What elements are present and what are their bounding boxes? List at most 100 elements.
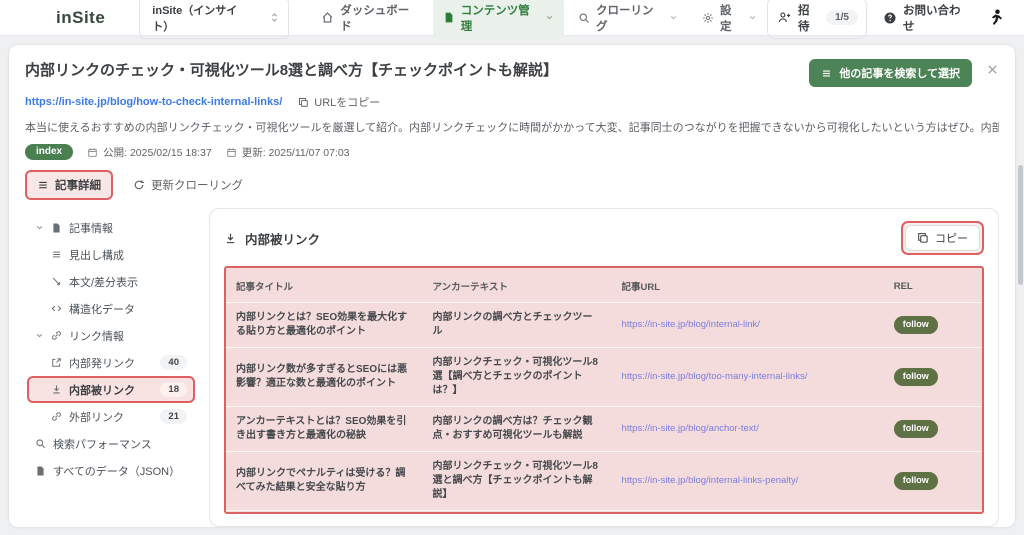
sidebar-item-article-info[interactable]: 記事情報: [27, 214, 195, 241]
search-other-articles-button[interactable]: 他の記事を検索して選択: [809, 59, 972, 87]
detail-sidebar: 記事情報 見出し構成 本文/差分表示 構造化データ リンク情報 内部発リンク 4…: [25, 208, 199, 527]
article-url-link[interactable]: https://in-site.jp/blog/anchor-text/: [622, 423, 759, 434]
sidebar-item-incoming-internal-links[interactable]: 内部被リンク 18: [27, 376, 195, 403]
cell-rel: follow: [883, 510, 982, 512]
sidebar-item-label: 記事情報: [69, 222, 113, 235]
table-row: 内部リンクでペナルティは受ける？調べてみた結果と安全な貼り方 内部リンクチェック…: [226, 451, 982, 511]
panel-title: 内部被リンク: [224, 229, 320, 248]
list-icon: [51, 249, 62, 260]
search-icon: [35, 438, 46, 449]
nav-content-management[interactable]: コンテンツ管理: [432, 0, 565, 40]
highlight-box-table: 記事タイトル アンカーテキスト 記事URL REL 内部リンクとは？SEO効果を…: [224, 266, 984, 514]
rel-follow-badge: follow: [893, 420, 938, 438]
cell-anchor: 内部リンクの調べ方は？チェック観点・おすすめ可視化ツールも解説: [422, 406, 612, 452]
nav-settings[interactable]: 設定: [692, 0, 767, 40]
sidebar-item-link-info[interactable]: リンク情報: [27, 322, 195, 349]
col-header-title: 記事タイトル: [236, 282, 294, 293]
chevron-down-icon: [748, 13, 757, 22]
nav-label: 設定: [720, 4, 732, 33]
chevron-down-icon: [35, 223, 44, 232]
tab-article-detail[interactable]: 記事詳細: [27, 172, 111, 198]
article-url-link[interactable]: https://in-site.jp/blog/how-to-check-int…: [25, 96, 282, 108]
col-header-url: 記事URL: [621, 282, 661, 293]
nav-dashboard[interactable]: ダッシュボード: [311, 0, 429, 40]
person-plus-icon: [778, 11, 791, 24]
sidebar-item-label: 外部リンク: [69, 411, 124, 424]
rel-follow-badge: follow: [893, 472, 938, 490]
cell-url: https://in-site.jp/blog/internal-link/: [611, 302, 884, 348]
cell-rel: follow: [883, 302, 982, 348]
top-header: inSite inSite（インサイト） ダッシュボード コンテンツ管理 クロー…: [0, 0, 1024, 40]
meta-row: index 公開: 2025/02/15 18:37 更新: 2025/11/0…: [25, 144, 999, 160]
nav-label: ダッシュボード: [340, 4, 410, 33]
index-status-badge: index: [25, 144, 74, 160]
tab-label: 記事詳細: [55, 180, 101, 192]
page-scrollbar[interactable]: [1018, 165, 1023, 285]
contact-label: お問い合わせ: [903, 4, 961, 33]
sidebar-item-all-data-json[interactable]: すべてのデータ（JSON）: [27, 457, 195, 484]
sidebar-item-body-diff[interactable]: 本文/差分表示: [27, 268, 195, 295]
article-url-link[interactable]: https://in-site.jp/blog/internal-links-p…: [622, 475, 799, 486]
content-area: 記事情報 見出し構成 本文/差分表示 構造化データ リンク情報 内部発リンク 4…: [25, 208, 999, 527]
list-icon: [821, 68, 832, 79]
contact-button[interactable]: お問い合わせ: [883, 2, 970, 34]
app-logo[interactable]: inSite: [56, 8, 105, 28]
article-card: 内部リンクのチェック・可視化ツール8選と調べ方【チェックポイントも解説】 他の記…: [8, 44, 1016, 528]
code-icon: [51, 303, 62, 314]
tab-update-crawling[interactable]: 更新クローリング: [123, 172, 253, 198]
sidebar-item-heading-structure[interactable]: 見出し構成: [27, 241, 195, 268]
copy-url-button[interactable]: URLをコピー: [298, 94, 380, 110]
sidebar-item-outgoing-internal-links[interactable]: 内部発リンク 40: [27, 349, 195, 376]
cell-url: https://in-site.jp/blog/search-console-i…: [611, 510, 884, 512]
list-icon: [37, 179, 49, 191]
close-icon[interactable]: [986, 63, 999, 76]
cell-anchor: 内部リンクチェック・可視化ツール8選と調べ方【チェックポイントも解説】: [422, 451, 612, 511]
project-selector[interactable]: inSite（インサイト）: [139, 0, 290, 39]
cell-title: 内部リンクでペナルティは受ける？調べてみた結果と安全な貼り方: [226, 451, 423, 511]
cell-title: アンカーテキストとは？SEO効果を引き出す書き方と最適化の秘訣: [226, 406, 423, 452]
cell-rel: follow: [883, 406, 982, 452]
invite-button[interactable]: 招待 1/5: [766, 0, 867, 39]
sidebar-item-label: 見出し構成: [69, 249, 124, 262]
cell-rel: follow: [883, 347, 982, 407]
nav-crawling[interactable]: クローリング: [568, 0, 688, 40]
panel-title-text: 内部被リンク: [245, 232, 321, 247]
document-icon: [443, 11, 455, 24]
copy-button-label: コピー: [935, 233, 968, 245]
copy-url-label: URLをコピー: [314, 97, 381, 109]
question-circle-icon: [883, 11, 897, 25]
sidebar-item-label: 内部被リンク: [69, 384, 135, 397]
cell-anchor: 内部リンクチェック・可視化ツール8選の詳細比較: [422, 510, 612, 512]
incoming-link-icon: [224, 232, 237, 245]
search-button-label: 他の記事を検索して選択: [839, 68, 960, 80]
article-url-link[interactable]: https://in-site.jp/blog/internal-link/: [622, 319, 760, 330]
cell-url: https://in-site.jp/blog/anchor-text/: [611, 406, 884, 452]
home-icon: [321, 11, 334, 24]
cell-title: Search Consoleで内部リンクを確認する方法【画面キャプチャで詳しく解…: [226, 510, 423, 512]
diff-arrow-icon: [51, 276, 62, 287]
published-date: 公開: 2025/02/15 18:37: [87, 145, 212, 160]
calendar-icon: [226, 147, 237, 158]
table-row: アンカーテキストとは？SEO効果を引き出す書き方と最適化の秘訣 内部リンクの調べ…: [226, 406, 982, 452]
link-icon: [51, 330, 62, 341]
document-icon: [51, 222, 62, 234]
user-avatar-icon[interactable]: [986, 8, 1006, 28]
sidebar-item-label: 内部発リンク: [69, 357, 135, 370]
sidebar-item-structured-data[interactable]: 構造化データ: [27, 295, 195, 322]
sidebar-item-search-performance[interactable]: 検索パフォーマンス: [27, 430, 195, 457]
cell-title: 内部リンク数が多すぎるとSEOには悪影響？適正な数と最適化のポイント: [226, 347, 423, 407]
col-header-anchor: アンカーテキスト: [432, 282, 508, 293]
copy-table-button[interactable]: コピー: [905, 225, 980, 251]
link-icon: [51, 411, 62, 422]
copy-icon: [917, 232, 929, 244]
search-icon: [578, 12, 590, 24]
updated-text: 更新: 2025/11/07 07:03: [241, 146, 350, 159]
sidebar-item-label: すべてのデータ（JSON）: [53, 465, 181, 478]
cell-url: https://in-site.jp/blog/too-many-interna…: [611, 347, 884, 407]
sidebar-item-label: 構造化データ: [69, 303, 135, 316]
invite-label: 招待: [797, 4, 810, 33]
sidebar-item-external-links[interactable]: 外部リンク 21: [27, 403, 195, 430]
header-right: 招待 1/5 お問い合わせ: [766, 0, 1006, 39]
article-url-link[interactable]: https://in-site.jp/blog/too-many-interna…: [622, 371, 808, 382]
updown-selector-icon: [269, 12, 280, 23]
